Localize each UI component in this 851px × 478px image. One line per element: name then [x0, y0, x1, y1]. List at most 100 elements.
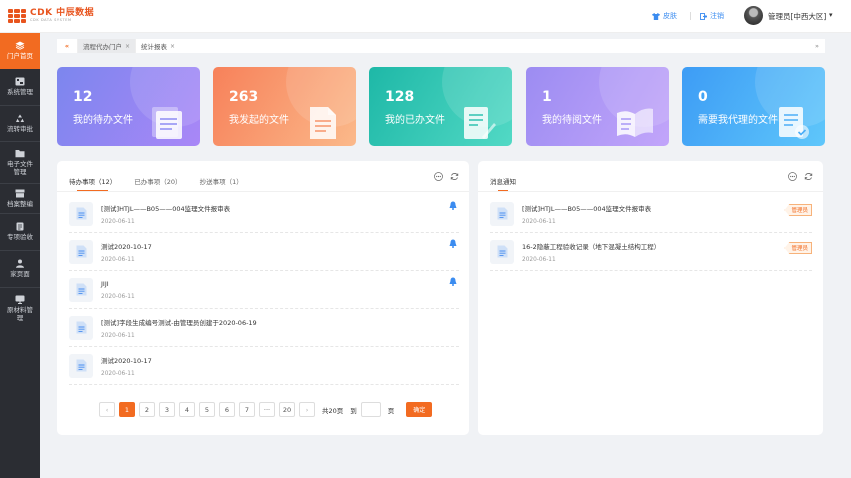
logout-label: 注销: [710, 12, 724, 20]
sender-badge: 管理员: [784, 242, 812, 254]
document-icon: [310, 107, 336, 139]
sidebar-item-label: 档案整编: [7, 199, 33, 208]
prev-page-button[interactable]: ‹: [99, 402, 115, 417]
item-title: [测试]HTJL——B05——004监理文件报审表: [101, 204, 231, 213]
item-date: 2020-06-11: [101, 370, 135, 377]
bell-icon: [449, 201, 457, 210]
message-item[interactable]: 16-2隐蔽工程验收记录（地下混凝土结构工程） 2020-06-11 管理员: [490, 233, 812, 271]
close-icon[interactable]: ×: [170, 43, 175, 50]
document-pen-icon: [464, 107, 496, 139]
document-check-icon: [779, 107, 809, 139]
stat-label: 我的已办文件: [385, 115, 445, 126]
document-stack-icon: [152, 107, 182, 139]
logo-title: CDK 中辰数据: [30, 8, 95, 19]
page-button[interactable]: 4: [179, 402, 195, 417]
list-item[interactable]: JIJI 2020-06-11: [69, 271, 459, 309]
stat-card-delegate[interactable]: 0 需要我代理的文件: [682, 67, 825, 146]
list-item[interactable]: 测试2020-10-17 2020-06-11: [69, 233, 459, 271]
sidebar-item-home[interactable]: 门户首页: [0, 33, 40, 69]
stat-number: 263: [229, 89, 259, 105]
chevron-down-icon[interactable]: ▾: [829, 11, 833, 19]
next-page-button[interactable]: ›: [299, 402, 315, 417]
tab-statistics[interactable]: 统计报表 ×: [135, 39, 180, 53]
file-icon: [490, 201, 514, 226]
page-button[interactable]: 5: [199, 402, 215, 417]
stat-card-initiated[interactable]: 263 我发起的文件: [213, 67, 356, 146]
page-button[interactable]: 1: [119, 402, 135, 417]
todo-tabs: 待办事项（12） 已办事项（20） 抄送事项（1）: [69, 176, 243, 191]
tab-todo[interactable]: 待办事项（12）: [69, 176, 116, 191]
stat-number: 128: [385, 89, 415, 105]
stat-label: 我的待办文件: [73, 115, 133, 126]
refresh-icon[interactable]: [803, 171, 813, 181]
folder-icon: [15, 149, 25, 158]
page-button[interactable]: 2: [139, 402, 155, 417]
sidebar-item-label: 系统管理: [7, 88, 33, 97]
list-item[interactable]: 测试2020-10-17 2020-06-11: [69, 347, 459, 385]
goto-page-input[interactable]: [360, 402, 381, 417]
skin-button[interactable]: 皮肤: [652, 11, 677, 21]
messages-divider: [478, 191, 823, 192]
stat-label: 需要我代理的文件: [698, 115, 778, 126]
item-title: JIJI: [101, 279, 109, 288]
sidebar-item-label: 家页面: [10, 270, 30, 279]
item-title: [测试]HTJL——B05——004监理文件报审表: [522, 204, 652, 213]
todo-divider: [57, 191, 469, 192]
sidebar-item-archive[interactable]: 档案整编: [0, 183, 40, 213]
tab-label: 统计报表: [141, 43, 168, 51]
user-name[interactable]: 管理员[中西大区]: [768, 11, 826, 22]
refresh-icon[interactable]: [449, 171, 459, 181]
file-icon: [69, 239, 93, 264]
sidebar-item-acceptance[interactable]: 专项验收: [0, 213, 40, 250]
archive-icon: [15, 189, 25, 198]
tab-label: 流程代办门户: [83, 43, 122, 51]
file-icon: [69, 201, 93, 226]
item-date: 2020-06-11: [101, 256, 135, 263]
stat-label: 我发起的文件: [229, 115, 289, 126]
page-ellipsis-button[interactable]: ···: [259, 402, 275, 417]
skin-label: 皮肤: [663, 12, 677, 20]
page-button[interactable]: 7: [239, 402, 255, 417]
shirt-icon: [652, 12, 660, 20]
more-icon[interactable]: [433, 171, 443, 181]
logo-mark-icon: [8, 9, 26, 23]
clipboard-icon: [16, 222, 24, 231]
list-item[interactable]: [测试]HTJL——B05——004监理文件报审表 2020-06-11: [69, 195, 459, 233]
sidebar-item-system[interactable]: 系统管理: [0, 69, 40, 105]
messages-actions: [787, 171, 813, 181]
message-item[interactable]: [测试]HTJL——B05——004监理文件报审表 2020-06-11 管理员: [490, 195, 812, 233]
sidebar-item-efile[interactable]: 电子文件管理: [0, 141, 40, 183]
bell-icon: [449, 239, 457, 248]
tabs-back-icon[interactable]: «: [57, 42, 77, 50]
item-title: 测试2020-10-17: [101, 242, 152, 251]
avatar[interactable]: [744, 6, 763, 25]
goto-confirm-button[interactable]: 确定: [406, 402, 433, 417]
file-icon: [490, 239, 514, 264]
close-icon[interactable]: ×: [125, 43, 130, 50]
goto-label: 到: [350, 406, 357, 415]
page-button[interactable]: 3: [159, 402, 175, 417]
tabs-bar: « 流程代办门户 × 统计报表 × »: [57, 39, 825, 53]
logout-button[interactable]: 注销: [700, 11, 724, 21]
stat-card-done[interactable]: 128 我的已办文件: [369, 67, 512, 146]
sidebar-item-material[interactable]: 原材料管理: [0, 287, 40, 329]
stat-card-todo[interactable]: 12 我的待办文件: [57, 67, 200, 146]
page-button[interactable]: 20: [279, 402, 295, 417]
tabs-forward-icon[interactable]: »: [809, 42, 825, 50]
stat-label: 我的待阅文件: [542, 115, 602, 126]
sidebar-item-label: 电子文件管理: [7, 159, 33, 176]
file-icon: [69, 315, 93, 340]
sidebar-item-home-page[interactable]: 家页面: [0, 250, 40, 287]
list-item[interactable]: [测试]字段生成编号测试-由管理员创建于2020-06-19 2020-06-11: [69, 309, 459, 347]
tab-done[interactable]: 已办事项（20）: [134, 176, 181, 186]
tab-workflow-portal[interactable]: 流程代办门户 ×: [77, 39, 136, 53]
recycle-icon: [16, 114, 24, 122]
tab-cc[interactable]: 抄送事项（1）: [200, 176, 243, 186]
sidebar-item-approval[interactable]: 流转审批: [0, 105, 40, 141]
item-date: 2020-06-11: [101, 332, 135, 339]
more-icon[interactable]: [787, 171, 797, 181]
stat-card-toread[interactable]: 1 我的待阅文件: [526, 67, 669, 146]
logo-subtitle: CDK DATA SYSTEM: [30, 18, 72, 23]
total-pages: 共20页: [322, 406, 344, 415]
page-button[interactable]: 6: [219, 402, 235, 417]
